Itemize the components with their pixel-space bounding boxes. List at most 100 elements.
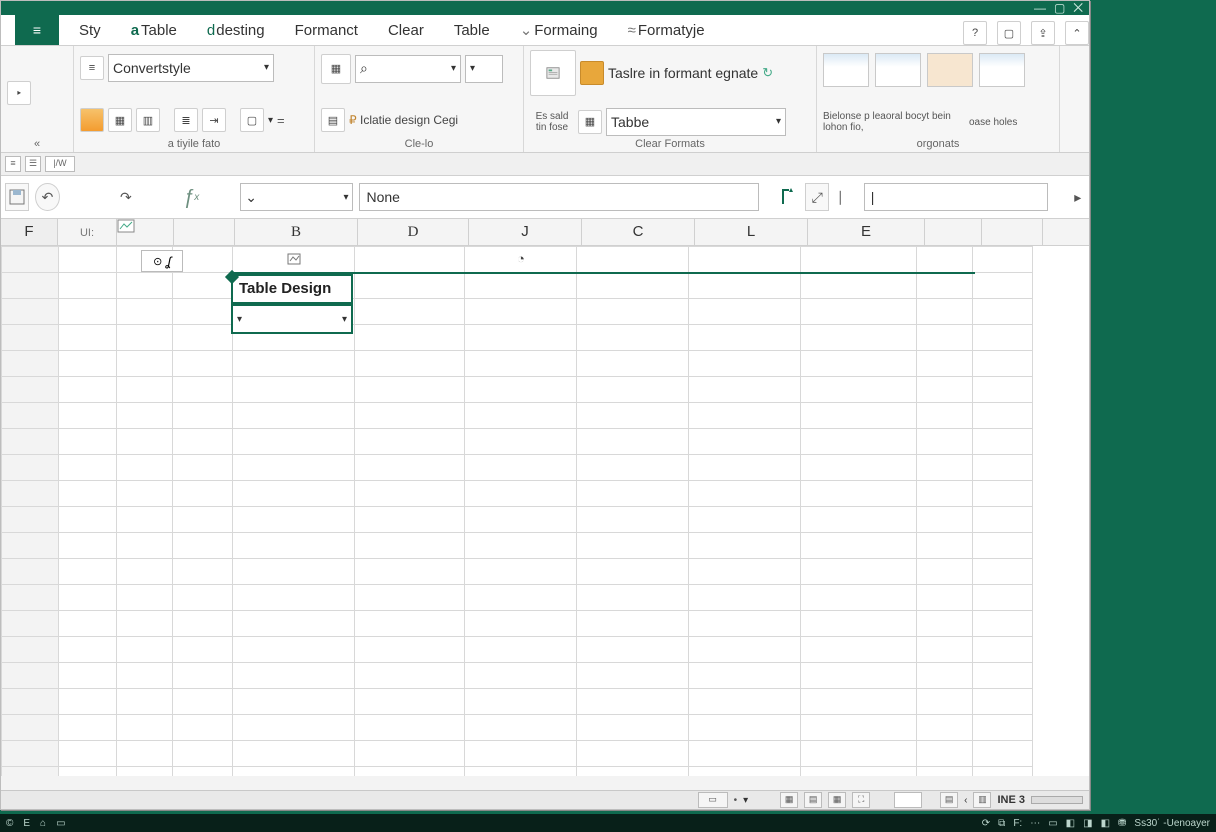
- cell[interactable]: [2, 455, 59, 481]
- cell[interactable]: [689, 455, 801, 481]
- os-tray-7[interactable]: ◨: [1083, 818, 1092, 829]
- cell[interactable]: [917, 325, 973, 351]
- cell[interactable]: [689, 325, 801, 351]
- cell[interactable]: [801, 767, 917, 777]
- col-header-blank3[interactable]: [174, 219, 235, 245]
- cell[interactable]: [917, 715, 973, 741]
- gallery-style-4[interactable]: [979, 53, 1025, 87]
- save-icon[interactable]: [5, 183, 29, 211]
- convertstyle-combo[interactable]: Convertstyle▾: [108, 54, 274, 82]
- cell[interactable]: [2, 741, 59, 767]
- col-header-F[interactable]: F: [1, 219, 58, 245]
- cell[interactable]: [577, 637, 689, 663]
- cell[interactable]: [233, 351, 355, 377]
- status-view2-icon[interactable]: ▤: [804, 792, 822, 808]
- cell[interactable]: [117, 351, 173, 377]
- cell[interactable]: [117, 689, 173, 715]
- cell[interactable]: [173, 403, 233, 429]
- anchor-icon[interactable]: ⎸: [835, 184, 857, 210]
- cell[interactable]: [173, 429, 233, 455]
- cell[interactable]: [973, 741, 1033, 767]
- cell[interactable]: [355, 611, 465, 637]
- cell[interactable]: [465, 637, 577, 663]
- cell[interactable]: [973, 611, 1033, 637]
- cell[interactable]: [801, 273, 917, 299]
- cell[interactable]: [117, 611, 173, 637]
- cell[interactable]: [355, 273, 465, 299]
- cell[interactable]: [689, 351, 801, 377]
- status-view1-icon[interactable]: ▦: [780, 792, 798, 808]
- ribbon-share-icon[interactable]: ⇪: [1031, 21, 1055, 45]
- fx-icon[interactable]: ƒx: [180, 184, 202, 210]
- cell[interactable]: [973, 299, 1033, 325]
- cell[interactable]: [577, 585, 689, 611]
- cell[interactable]: [59, 559, 117, 585]
- cell[interactable]: [117, 585, 173, 611]
- cell[interactable]: [973, 585, 1033, 611]
- cell[interactable]: [801, 377, 917, 403]
- cell[interactable]: [173, 455, 233, 481]
- cell[interactable]: [233, 559, 355, 585]
- os-tray-1[interactable]: ⟳: [982, 818, 990, 829]
- cell[interactable]: [465, 299, 577, 325]
- cell[interactable]: [577, 741, 689, 767]
- cell[interactable]: [117, 715, 173, 741]
- cell[interactable]: [355, 559, 465, 585]
- right-formula-box[interactable]: |: [864, 183, 1048, 211]
- tab-clear[interactable]: Clear: [378, 18, 434, 45]
- cell[interactable]: [465, 663, 577, 689]
- cell[interactable]: [233, 403, 355, 429]
- cell[interactable]: [577, 273, 689, 299]
- cell[interactable]: [973, 637, 1033, 663]
- tab-formanct[interactable]: Formanct: [285, 18, 368, 45]
- col-header-blank1[interactable]: UI:: [58, 219, 117, 245]
- cell[interactable]: [355, 481, 465, 507]
- cell[interactable]: [173, 507, 233, 533]
- cell[interactable]: [355, 741, 465, 767]
- border-box-icon[interactable]: ▢: [240, 108, 264, 132]
- cell[interactable]: [355, 637, 465, 663]
- cell[interactable]: [59, 533, 117, 559]
- table-filter-row[interactable]: ▾ ▾: [231, 306, 353, 334]
- list-icon[interactable]: ≣: [174, 108, 198, 132]
- cell[interactable]: [233, 689, 355, 715]
- os-tray-5[interactable]: ▭: [1048, 818, 1057, 829]
- cell[interactable]: [2, 767, 59, 777]
- cell[interactable]: [117, 767, 173, 777]
- cell[interactable]: [173, 533, 233, 559]
- cell[interactable]: [2, 429, 59, 455]
- cell[interactable]: [59, 377, 117, 403]
- os-tray-3[interactable]: F:: [1013, 818, 1022, 829]
- cell[interactable]: [973, 533, 1033, 559]
- cell[interactable]: [689, 299, 801, 325]
- cell[interactable]: [2, 559, 59, 585]
- cell[interactable]: [355, 507, 465, 533]
- cell[interactable]: [173, 715, 233, 741]
- cell[interactable]: [465, 273, 577, 299]
- cell[interactable]: [355, 377, 465, 403]
- cell[interactable]: [173, 767, 233, 777]
- cell[interactable]: [917, 455, 973, 481]
- cell[interactable]: [801, 507, 917, 533]
- cell[interactable]: [917, 741, 973, 767]
- cell[interactable]: [465, 377, 577, 403]
- columns-icon[interactable]: ▥: [136, 108, 160, 132]
- status-layout1-icon[interactable]: ▤: [940, 792, 958, 808]
- cell[interactable]: [355, 299, 465, 325]
- cell[interactable]: [117, 533, 173, 559]
- title-control-min[interactable]: —: [1034, 2, 1046, 14]
- cell[interactable]: [917, 377, 973, 403]
- col-header-blank5[interactable]: [982, 219, 1043, 245]
- status-dropdown[interactable]: ▾: [743, 795, 748, 806]
- cell[interactable]: [59, 273, 117, 299]
- cell[interactable]: [917, 429, 973, 455]
- gallery-style-2[interactable]: [875, 53, 921, 87]
- cell[interactable]: [689, 585, 801, 611]
- cell[interactable]: [801, 585, 917, 611]
- cell[interactable]: [233, 429, 355, 455]
- cell[interactable]: [973, 325, 1033, 351]
- paste-icon[interactable]: ‣: [7, 81, 31, 105]
- cell[interactable]: [2, 325, 59, 351]
- status-view3-icon[interactable]: ▦: [828, 792, 846, 808]
- cell[interactable]: [465, 325, 577, 351]
